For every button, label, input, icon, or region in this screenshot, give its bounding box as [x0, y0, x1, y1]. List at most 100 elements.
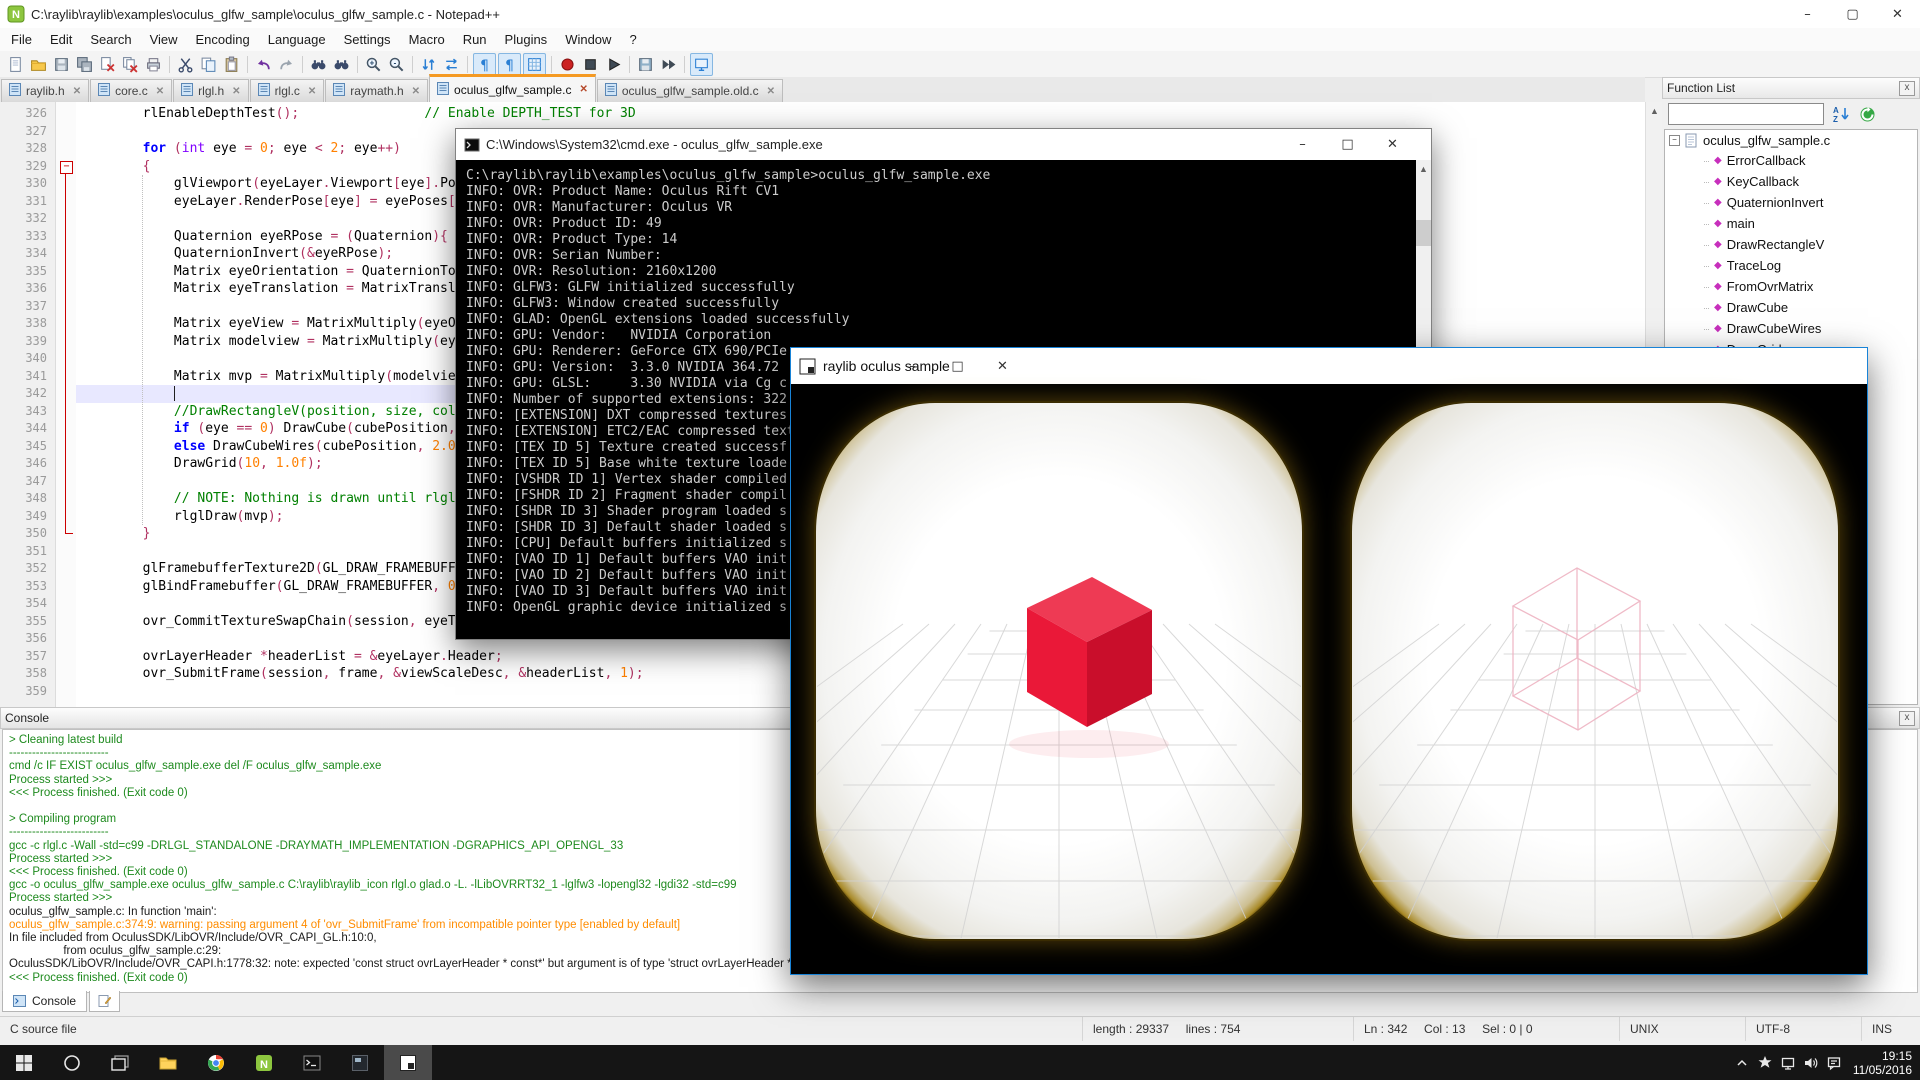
- function-list-item-KeyCallback[interactable]: ···◆KeyCallback: [1665, 171, 1917, 192]
- cmd-titlebar[interactable]: C:\Windows\System32\cmd.exe - oculus_glf…: [456, 129, 1431, 160]
- cmd-maximize-button[interactable]: □: [1325, 129, 1370, 160]
- notepad-plus-plus-button[interactable]: N: [240, 1045, 288, 1080]
- raylib-button[interactable]: [384, 1045, 432, 1080]
- macro-record-icon[interactable]: [557, 54, 578, 75]
- undo-icon[interactable]: [253, 54, 274, 75]
- function-list-item-FromOvrMatrix[interactable]: ···◆FromOvrMatrix: [1665, 276, 1917, 297]
- function-list-item-DrawCube[interactable]: ···◆DrawCube: [1665, 297, 1917, 318]
- new-file-icon[interactable]: [5, 54, 26, 75]
- tab-close-icon[interactable]: ✕: [767, 86, 775, 97]
- function-list-item-DrawRectangleV[interactable]: ···◆DrawRectangleV: [1665, 234, 1917, 255]
- cmd-minimize-button[interactable]: –: [1280, 129, 1325, 160]
- raylib-close-button[interactable]: ✕: [980, 348, 1025, 384]
- menu-help[interactable]: ?: [620, 29, 645, 50]
- tab-close-icon[interactable]: ✕: [232, 86, 240, 97]
- paste-icon[interactable]: [221, 54, 242, 75]
- chrome-button[interactable]: [192, 1045, 240, 1080]
- minimize-button[interactable]: –: [1785, 0, 1830, 28]
- save-icon[interactable]: [51, 54, 72, 75]
- tab-rlgl.h[interactable]: rlgl.h✕: [173, 79, 248, 102]
- volume-icon[interactable]: [1803, 1055, 1819, 1071]
- tab-rlgl.c[interactable]: rlgl.c✕: [250, 79, 325, 102]
- menu-language[interactable]: Language: [259, 29, 335, 50]
- function-list-item-QuaternionInvert[interactable]: ···◆QuaternionInvert: [1665, 192, 1917, 213]
- task-view-button[interactable]: [96, 1045, 144, 1080]
- tab-raymath.h[interactable]: raymath.h✕: [325, 79, 428, 102]
- menu-window[interactable]: Window: [556, 29, 620, 50]
- console-tab[interactable]: Console: [2, 991, 87, 1012]
- replace-icon[interactable]: [331, 54, 352, 75]
- tab-close-icon[interactable]: ✕: [308, 86, 316, 97]
- tab-oculus_glfw_sample.c[interactable]: oculus_glfw_sample.c✕: [429, 74, 596, 102]
- raylib-maximize-button[interactable]: □: [935, 348, 980, 384]
- tab-close-icon[interactable]: ✕: [412, 86, 420, 97]
- maximize-button[interactable]: ▢: [1830, 0, 1875, 28]
- macro-stop-icon[interactable]: [580, 54, 601, 75]
- function-list-item-main[interactable]: ···◆main: [1665, 213, 1917, 234]
- word-wrap-icon[interactable]: ¶: [473, 53, 496, 76]
- tree-collapse-icon[interactable]: −: [1669, 135, 1680, 146]
- action-center-icon[interactable]: [1826, 1055, 1842, 1071]
- macro-save-icon[interactable]: [635, 54, 656, 75]
- find-icon[interactable]: [308, 54, 329, 75]
- zoom-in-icon[interactable]: +: [363, 54, 384, 75]
- fold-collapse-icon[interactable]: −: [60, 161, 73, 174]
- menu-edit[interactable]: Edit: [41, 29, 81, 50]
- sync-horizontal-icon[interactable]: [441, 54, 462, 75]
- function-list-item-ErrorCallback[interactable]: ···◆ErrorCallback: [1665, 150, 1917, 171]
- scroll-up-arrow-icon[interactable]: ▲: [1646, 102, 1663, 119]
- cmd-close-button[interactable]: ✕: [1370, 129, 1415, 160]
- network-icon[interactable]: [1780, 1055, 1796, 1071]
- raylib-titlebar[interactable]: raylib oculus sample – □ ✕: [791, 348, 1867, 384]
- menu-plugins[interactable]: Plugins: [496, 29, 557, 50]
- search-button[interactable]: [48, 1045, 96, 1080]
- doc-map-icon[interactable]: [690, 53, 713, 76]
- cut-icon[interactable]: [175, 54, 196, 75]
- show-all-chars-icon[interactable]: ¶: [498, 53, 521, 76]
- menu-encoding[interactable]: Encoding: [187, 29, 259, 50]
- file-explorer-button[interactable]: [144, 1045, 192, 1080]
- close-button[interactable]: ✕: [1875, 0, 1920, 28]
- sort-az-icon[interactable]: A Z: [1832, 105, 1850, 123]
- close-all-icon[interactable]: [120, 54, 141, 75]
- tab-close-icon[interactable]: ✕: [156, 86, 164, 97]
- chevron-up-icon[interactable]: [1734, 1055, 1750, 1071]
- cmd-scroll-up-icon[interactable]: ▲: [1416, 160, 1431, 177]
- print-icon[interactable]: [143, 54, 164, 75]
- cmd-scrollbar-thumb[interactable]: [1416, 220, 1431, 246]
- menu-settings[interactable]: Settings: [335, 29, 400, 50]
- indent-guide-icon[interactable]: [523, 53, 546, 76]
- raylib-minimize-button[interactable]: –: [890, 348, 935, 384]
- menu-view[interactable]: View: [141, 29, 187, 50]
- reload-icon[interactable]: [1858, 105, 1877, 124]
- macro-play-icon[interactable]: [603, 54, 624, 75]
- macro-run-multi-icon[interactable]: [658, 54, 679, 75]
- fold-margin[interactable]: −: [56, 102, 76, 707]
- zoom-out-icon[interactable]: -: [386, 54, 407, 75]
- menu-search[interactable]: Search: [81, 29, 140, 50]
- function-list-close-icon[interactable]: x: [1899, 81, 1915, 96]
- menu-file[interactable]: File: [2, 29, 41, 50]
- function-list-item-DrawCubeWires[interactable]: ···◆DrawCubeWires: [1665, 318, 1917, 339]
- tab-oculus_glfw_sample.old.c[interactable]: oculus_glfw_sample.old.c✕: [597, 79, 783, 102]
- function-list-root[interactable]: − oculus_glfw_sample.c: [1665, 130, 1917, 150]
- dark-app-button[interactable]: [336, 1045, 384, 1080]
- menu-macro[interactable]: Macro: [400, 29, 454, 50]
- function-list-item-TraceLog[interactable]: ···◆TraceLog: [1665, 255, 1917, 276]
- cmd-button[interactable]: [288, 1045, 336, 1080]
- start-button[interactable]: [0, 1045, 48, 1080]
- sync-vertical-icon[interactable]: [418, 54, 439, 75]
- console-close-icon[interactable]: x: [1899, 711, 1915, 726]
- close-icon[interactable]: [97, 54, 118, 75]
- tab-core.c[interactable]: core.c✕: [90, 79, 172, 102]
- secondary-console-tab[interactable]: [89, 991, 120, 1012]
- gear-icon[interactable]: [1757, 1055, 1773, 1071]
- copy-icon[interactable]: [198, 54, 219, 75]
- redo-icon[interactable]: [276, 54, 297, 75]
- tab-raylib.h[interactable]: raylib.h✕: [1, 79, 89, 102]
- open-file-icon[interactable]: [28, 54, 49, 75]
- tab-close-icon[interactable]: ✕: [73, 86, 81, 97]
- taskbar-clock[interactable]: 19:15 11/05/2016: [1853, 1049, 1912, 1077]
- menu-run[interactable]: Run: [454, 29, 496, 50]
- save-all-icon[interactable]: [74, 54, 95, 75]
